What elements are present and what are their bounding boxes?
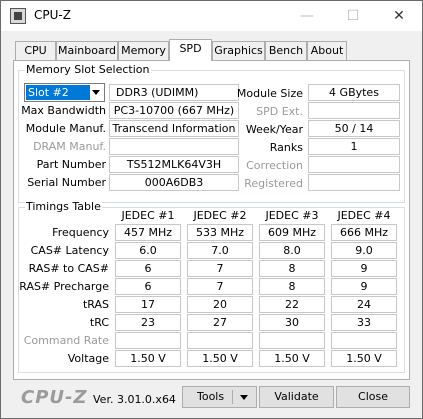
cas-latency-jedec-4: 9.0 — [331, 242, 397, 259]
module-manuf-field: Transcend Information — [109, 120, 239, 137]
voltage-jedec-2: 1.50 V — [187, 350, 253, 367]
ras-to-cas-jedec-4: 9 — [331, 260, 397, 277]
command-rate-jedec-1 — [115, 332, 181, 349]
tras-jedec-4: 24 — [331, 296, 397, 313]
module-size-label: Module Size — [236, 87, 303, 100]
tras-jedec-2: 20 — [187, 296, 253, 313]
part-number-field: TS512MLK64V3H — [109, 156, 239, 173]
spd-ext-label: SPD Ext. — [256, 105, 303, 118]
week-year-field: 50 / 14 — [308, 120, 400, 137]
voltage-label: Voltage — [67, 352, 109, 365]
validate-button[interactable]: Validate — [259, 386, 334, 408]
week-year-label: Week/Year — [245, 123, 303, 136]
tab-cpu[interactable]: CPU — [15, 41, 56, 60]
maximize-button[interactable]: ☐ — [330, 1, 376, 31]
command-rate-jedec-4 — [331, 332, 397, 349]
title-bar[interactable]: CPU-Z — ☐ ✕ — [1, 1, 422, 31]
version-label: Ver. 3.01.0.x64 — [93, 393, 176, 406]
dram-manuf-field — [109, 138, 239, 155]
trc-jedec-2: 27 — [187, 314, 253, 331]
close-window-button[interactable]: ✕ — [376, 1, 422, 31]
ranks-label: Ranks — [269, 141, 303, 154]
correction-label: Correction — [246, 159, 303, 172]
voltage-jedec-1: 1.50 V — [115, 350, 181, 367]
cpuz-window: CPU-Z — ☐ ✕ CPU Mainboard Memory SPD Gra… — [0, 0, 423, 419]
memory-slot-selection-title: Memory Slot Selection — [25, 63, 151, 76]
trc-label: tRC — [89, 316, 109, 329]
chevron-down-icon — [240, 395, 248, 400]
registered-label: Registered — [244, 177, 303, 190]
slot-select-value: Slot #2 — [26, 85, 90, 100]
trc-jedec-3: 30 — [259, 314, 325, 331]
frequency-jedec-3: 609 MHz — [259, 224, 325, 241]
tab-memory[interactable]: Memory — [118, 41, 169, 60]
voltage-jedec-3: 1.50 V — [259, 350, 325, 367]
chevron-down-icon — [92, 90, 100, 95]
tab-mainboard[interactable]: Mainboard — [56, 41, 118, 60]
memory-type-field: DDR3 (UDIMM) — [109, 84, 239, 101]
max-bandwidth-label: Max Bandwidth — [21, 104, 106, 117]
serial-number-label: Serial Number — [27, 176, 106, 189]
ras-to-cas-jedec-1: 6 — [115, 260, 181, 277]
close-button[interactable]: Close — [336, 386, 410, 408]
ras-to-cas-label: RAS# to CAS# — [28, 262, 109, 275]
tab-about[interactable]: About — [307, 41, 347, 60]
tras-jedec-1: 17 — [115, 296, 181, 313]
tras-label: tRAS — [82, 298, 109, 311]
spd-panel: Memory Slot Selection Slot #2 DDR3 (UDIM… — [13, 60, 410, 380]
tools-separator — [232, 390, 233, 404]
spd-ext-field — [308, 102, 400, 119]
jedec-4-header: JEDEC #4 — [337, 209, 391, 222]
cas-latency-label: CAS# Latency — [30, 244, 109, 257]
window-title: CPU-Z — [34, 8, 71, 22]
part-number-label: Part Number — [36, 158, 106, 171]
trc-jedec-1: 23 — [115, 314, 181, 331]
tab-bench[interactable]: Bench — [265, 41, 307, 60]
ras-precharge-jedec-1: 6 — [115, 278, 181, 295]
ras-precharge-jedec-4: 9 — [331, 278, 397, 295]
tools-button[interactable]: Tools — [182, 386, 257, 408]
ras-to-cas-jedec-3: 8 — [259, 260, 325, 277]
command-rate-jedec-2 — [187, 332, 253, 349]
ras-precharge-label: RAS# Precharge — [19, 280, 109, 293]
ras-precharge-jedec-2: 7 — [187, 278, 253, 295]
correction-field — [308, 156, 400, 173]
tab-spd[interactable]: SPD — [169, 39, 212, 61]
cas-latency-jedec-1: 6.0 — [115, 242, 181, 259]
slot-select[interactable]: Slot #2 — [24, 83, 105, 102]
frequency-jedec-4: 666 MHz — [331, 224, 397, 241]
ranks-field: 1 — [308, 138, 400, 155]
dram-manuf-label: DRAM Manuf. — [33, 140, 106, 153]
ras-precharge-jedec-3: 8 — [259, 278, 325, 295]
tras-jedec-3: 22 — [259, 296, 325, 313]
frequency-jedec-1: 457 MHz — [115, 224, 181, 241]
minimize-button[interactable]: — — [284, 1, 330, 31]
timings-table-title: Timings Table — [25, 200, 102, 213]
registered-field — [308, 174, 400, 191]
voltage-jedec-4: 1.50 V — [331, 350, 397, 367]
cpuz-logo: CPU-Z — [21, 387, 88, 408]
frequency-label: Frequency — [52, 226, 109, 239]
max-bandwidth-field: PC3-10700 (667 MHz) — [109, 102, 239, 119]
module-size-field: 4 GBytes — [308, 84, 400, 101]
tab-graphics[interactable]: Graphics — [212, 41, 265, 60]
command-rate-label: Command Rate — [23, 334, 109, 347]
jedec-1-header: JEDEC #1 — [121, 209, 175, 222]
ras-to-cas-jedec-2: 7 — [187, 260, 253, 277]
cas-latency-jedec-3: 8.0 — [259, 242, 325, 259]
jedec-2-header: JEDEC #2 — [193, 209, 247, 222]
cas-latency-jedec-2: 7.0 — [187, 242, 253, 259]
tools-button-label: Tools — [197, 390, 225, 403]
module-manuf-label: Module Manuf. — [25, 122, 106, 135]
command-rate-jedec-3 — [259, 332, 325, 349]
jedec-3-header: JEDEC #3 — [265, 209, 319, 222]
frequency-jedec-2: 533 MHz — [187, 224, 253, 241]
trc-jedec-4: 33 — [331, 314, 397, 331]
serial-number-field: 000A6DB3 — [109, 174, 239, 191]
cpuz-app-icon — [10, 8, 26, 24]
